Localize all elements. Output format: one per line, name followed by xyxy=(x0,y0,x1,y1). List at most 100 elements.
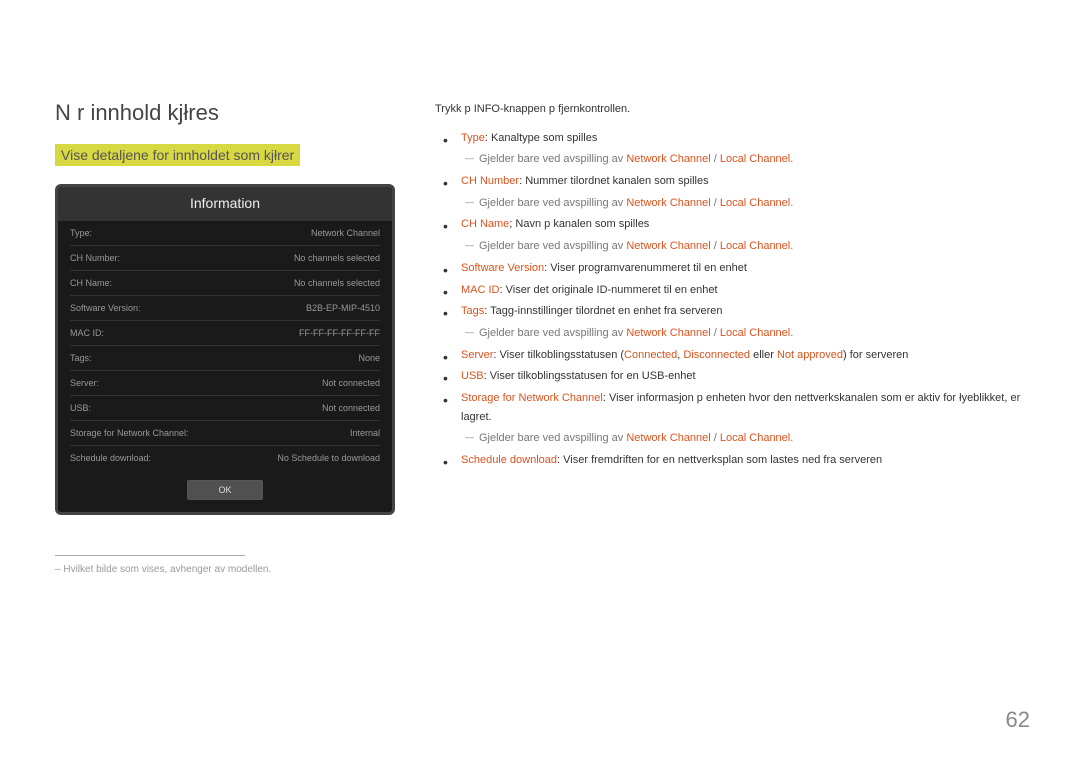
item-chname: CH Name; Navn p kanalen som spilles xyxy=(435,215,1030,234)
footnote-rule xyxy=(55,555,245,556)
dot: . xyxy=(790,240,793,252)
desc: ; Navn p kanalen som spilles xyxy=(509,218,649,230)
nc: Network Channel xyxy=(626,153,710,165)
term: Tags xyxy=(461,305,484,317)
term: Software Version xyxy=(461,262,544,274)
desc: : Viser programvarenummeret til en enhet xyxy=(544,262,747,274)
info-value: Internal xyxy=(350,428,380,438)
info-value: Not connected xyxy=(322,378,380,388)
info-label: Tags: xyxy=(70,353,92,363)
dot: . xyxy=(790,153,793,165)
term: USB xyxy=(461,370,484,382)
intro-text: Trykk p INFO-knappen p fjernkontrollen. xyxy=(435,100,1030,119)
note-icon: ― xyxy=(465,238,474,253)
note-text: Gjelder bare ved avspilling av xyxy=(479,153,626,165)
slash: / xyxy=(711,240,720,252)
item-tags: Tags: Tagg-innstillinger tilordnet en en… xyxy=(435,302,1030,321)
note-text: Gjelder bare ved avspilling av xyxy=(479,240,626,252)
term: CH Number xyxy=(461,175,519,187)
page-content: N r innhold kjłres Vise detaljene for in… xyxy=(0,0,1080,605)
info-value: Network Channel xyxy=(311,228,380,238)
desc: : Kanaltype som spilles xyxy=(485,132,598,144)
info-row-server: Server: Not connected xyxy=(70,371,380,396)
info-row-tags: Tags:None xyxy=(70,346,380,371)
desc: : Viser tilkoblingsstatusen for en USB-e… xyxy=(484,370,696,382)
note-icon: ― xyxy=(465,430,474,445)
info-row-type: Type: Network Channel xyxy=(70,221,380,246)
note-text: Gjelder bare ved avspilling av xyxy=(479,197,626,209)
note-text: Gjelder bare ved avspilling av xyxy=(479,327,626,339)
term: Type xyxy=(461,132,485,144)
nc: Network Channel xyxy=(626,240,710,252)
info-value: No Schedule to download xyxy=(277,453,380,463)
info-row-software: Software Version: B2B-EP-MIP-4510 xyxy=(70,296,380,321)
info-row-usb: USB: Not connected xyxy=(70,396,380,421)
note-text: Gjelder bare ved avspilling av xyxy=(479,432,626,444)
info-value: No channels selected xyxy=(294,278,380,288)
lc: Local Channel xyxy=(720,197,790,209)
info-label: MAC ID: xyxy=(70,328,104,338)
info-row-chname: CH Name: No channels selected xyxy=(70,271,380,296)
info-label: Schedule download: xyxy=(70,453,151,463)
notapproved: Not approved xyxy=(777,349,843,361)
lc: Local Channel xyxy=(720,327,790,339)
description-list: Type: Kanaltype som spilles ― Gjelder ba… xyxy=(435,129,1030,470)
note-icon: ― xyxy=(465,195,474,210)
info-row-schedule: Schedule download: No Schedule to downloa… xyxy=(70,446,380,470)
info-value: Not connected xyxy=(322,403,380,413)
note-type: ― Gjelder bare ved avspilling av Network… xyxy=(435,150,1030,169)
dot: . xyxy=(790,327,793,339)
lc: Local Channel xyxy=(720,432,790,444)
info-value: FF-FF-FF-FF-FF-FF xyxy=(299,328,380,338)
info-label: Type: xyxy=(70,228,92,238)
information-panel: Information Type: Network Channel CH Numb… xyxy=(55,184,395,515)
note-chname: ― Gjelder bare ved avspilling av Network… xyxy=(435,237,1030,256)
panel-title: Information xyxy=(58,187,392,221)
info-row-macid: MAC ID: FF-FF-FF-FF-FF-FF xyxy=(70,321,380,346)
left-column: N r innhold kjłres Vise detaljene for in… xyxy=(55,100,395,575)
item-schedule: Schedule download: Viser fremdriften for… xyxy=(435,451,1030,470)
desc: : Viser fremdriften for en nettverksplan… xyxy=(557,454,882,466)
info-label: Storage for Network Channel: xyxy=(70,428,189,438)
term: CH Name xyxy=(461,218,509,230)
desc: : Tagg-innstillinger tilordnet en enhet … xyxy=(484,305,722,317)
info-label: CH Number: xyxy=(70,253,120,263)
disconnected: Disconnected xyxy=(683,349,750,361)
note-icon: ― xyxy=(465,151,474,166)
info-value: No channels selected xyxy=(294,253,380,263)
slash: / xyxy=(711,153,720,165)
ok-button[interactable]: OK xyxy=(187,480,262,500)
slash: / xyxy=(711,197,720,209)
term: Server xyxy=(461,349,493,361)
dot: . xyxy=(790,197,793,209)
item-usb: USB: Viser tilkoblingsstatusen for en US… xyxy=(435,367,1030,386)
connected: Connected xyxy=(624,349,677,361)
main-heading: N r innhold kjłres xyxy=(55,100,395,126)
note-icon: ― xyxy=(465,325,474,340)
info-label: Software Version: xyxy=(70,303,141,313)
note-storage: ― Gjelder bare ved avspilling av Network… xyxy=(435,429,1030,448)
item-software: Software Version: Viser programvarenumme… xyxy=(435,259,1030,278)
item-macid: MAC ID: Viser det originale ID-nummeret … xyxy=(435,281,1030,300)
panel-footer: OK xyxy=(58,470,392,512)
term: MAC ID xyxy=(461,284,500,296)
note-tags: ― Gjelder bare ved avspilling av Network… xyxy=(435,324,1030,343)
desc: : Nummer tilordnet kanalen som spilles xyxy=(519,175,709,187)
sub-heading: Vise detaljene for innholdet som kjłrer xyxy=(55,144,300,166)
info-value: B2B-EP-MIP-4510 xyxy=(306,303,380,313)
dot: . xyxy=(790,432,793,444)
info-label: USB: xyxy=(70,403,91,413)
footnote-text: Hvilket bilde som vises, avhenger av mod… xyxy=(55,564,395,575)
nc: Network Channel xyxy=(626,432,710,444)
desc-post: ) for serveren xyxy=(843,349,908,361)
right-column: Trykk p INFO-knappen p fjernkontrollen. … xyxy=(435,100,1030,575)
nc: Network Channel xyxy=(626,327,710,339)
info-row-chnumber: CH Number: No channels selected xyxy=(70,246,380,271)
term: Storage for Network Channel xyxy=(461,392,603,404)
info-label: Server: xyxy=(70,378,99,388)
eller: eller xyxy=(750,349,777,361)
page-number: 62 xyxy=(1006,707,1030,733)
info-label: CH Name: xyxy=(70,278,112,288)
lc: Local Channel xyxy=(720,153,790,165)
panel-body: Type: Network Channel CH Number: No channe… xyxy=(58,221,392,470)
